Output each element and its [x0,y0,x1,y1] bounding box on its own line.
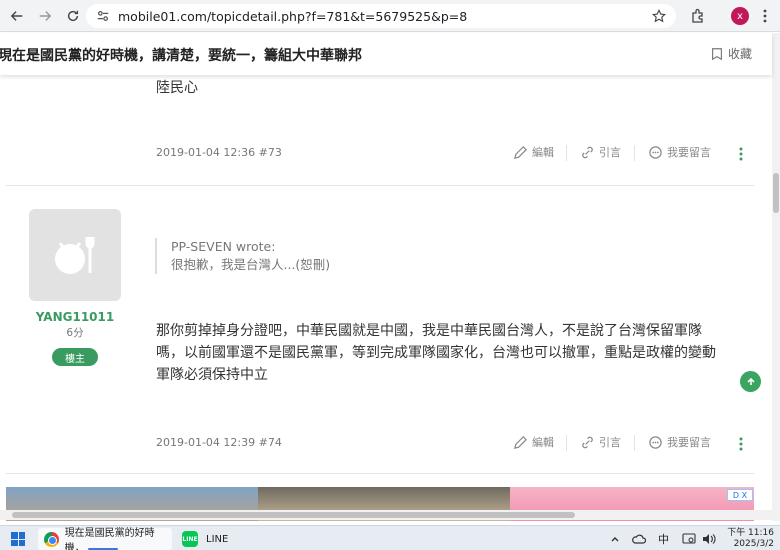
divider [634,435,635,451]
post74-body-line: 嗎，以前國軍還不是國民黨軍，等到完成軍隊國家化，台灣也可以撤軍，重點是政權的變動 [156,345,716,361]
quote-block: PP-SEVEN wrote: 很抱歉，我是台灣人...(恕刪) [155,238,330,274]
taskbar-line-window[interactable]: LINE LINE [182,528,228,550]
pencil-icon [514,435,527,449]
post73-reply-button[interactable]: 我要留言 [648,144,711,160]
ime-indicator[interactable]: 中 [658,531,669,547]
post74-body-line: 軍隊必須保持中立 [156,367,268,383]
comment-icon [649,435,662,449]
link-icon [582,146,593,158]
post74-more-icon[interactable] [739,437,743,451]
post74-quote-label: 引言 [599,436,621,449]
post73-edit-button[interactable]: 編輯 [513,144,554,160]
status-badge: 樓主 [52,348,98,366]
windows-start-icon[interactable] [11,532,25,546]
extensions-icon[interactable] [690,8,706,24]
post-list: 陸民心 2019-01-04 12:36 #73 編輯 引言 我要留言 YANG… [0,75,772,521]
profile-avatar[interactable]: x [731,7,749,25]
post74-body-line: 那你剪掉掉身分證吧，中華民國就是中國，我是中華民國台灣人，不是說了台灣保留軍隊 [156,323,702,339]
arrow-right-icon [39,10,52,21]
scroll-top-button[interactable] [740,371,761,392]
bookmark-icon [712,47,722,60]
browser-toolbar: mobile01.com/topicdetail.php?f=781&t=567… [0,0,780,32]
post74-reply-button[interactable]: 我要留言 [648,434,711,450]
avatar[interactable] [29,209,121,301]
taskbar-chrome-label: 現在是國民黨的好時機， [64,528,155,550]
post73-body-tail: 陸民心 [156,80,198,96]
vertical-scroll-thumb[interactable] [773,173,779,213]
post73-edit-label: 編輯 [532,146,554,159]
post-divider [6,185,754,186]
system-clock[interactable]: 下午 11:16 2025/3/2 [724,528,774,550]
bookmark-star-icon[interactable] [652,9,666,23]
horizontal-scrollbar[interactable] [0,510,772,520]
line-app-icon: LINE [182,531,198,547]
address-bar[interactable]: mobile01.com/topicdetail.php?f=781&t=567… [86,4,676,28]
page-title: 現在是國民黨的好時機，講清楚，要統一，籌組大中華聯邦 [0,48,362,64]
default-avatar-icon [55,237,95,274]
forward-button[interactable] [34,5,56,27]
quote-author: PP-SEVEN wrote: [171,239,276,254]
username[interactable]: YANG11011 [0,310,150,324]
taskbar-line-label: LINE [206,533,229,545]
divider [634,145,635,161]
site-settings-icon[interactable] [96,9,110,23]
post73-quote-button[interactable]: 引言 [580,144,621,160]
divider [566,145,567,161]
browser-menu-icon[interactable] [763,8,767,24]
horizontal-scroll-thumb[interactable] [12,512,575,518]
back-button[interactable] [6,5,28,27]
user-score: 6分 [66,327,84,339]
ad-choices-badge[interactable]: D X [727,489,753,501]
keyboard-icon[interactable] [682,533,696,545]
post74-body: 那你剪掉掉身分證吧，中華民國就是中國，我是中華民國台灣人，不是說了台灣保留軍隊 … [156,320,756,386]
taskbar-chrome-window[interactable]: 現在是國民黨的好時機， [38,528,172,550]
post-divider [6,473,754,474]
post74-quote-button[interactable]: 引言 [580,434,621,450]
post73-reply-label: 我要留言 [667,146,711,159]
reload-button[interactable] [62,5,84,27]
link-icon [582,436,593,448]
post74-meta: 2019-01-04 12:39 #74 [156,436,282,449]
post74-edit-label: 編輯 [532,436,554,449]
arrow-left-icon [10,10,23,21]
pencil-icon [514,145,527,159]
favorite-label: 收藏 [727,47,752,61]
url-text: mobile01.com/topicdetail.php?f=781&t=567… [118,8,468,24]
post74-reply-label: 我要留言 [667,436,711,449]
os-taskbar: 現在是國民黨的好時機， LINE LINE 中 下午 11:16 2025/3/… [0,525,780,550]
comment-icon [649,145,662,159]
topic-header: 現在是國民黨的好時機，講清楚，要統一，籌組大中華聯邦 收藏 [0,33,772,75]
clock-date: 2025/3/2 [733,539,774,549]
chevron-up-icon [746,377,755,385]
speaker-icon[interactable] [702,533,716,545]
post73-more-icon[interactable] [739,147,743,161]
post73-meta: 2019-01-04 12:36 #73 [156,146,282,159]
favorite-button[interactable]: 收藏 [710,45,752,62]
quote-text: 很抱歉，我是台灣人...(恕刪) [171,257,331,272]
post73-quote-label: 引言 [599,146,621,159]
reload-icon [67,10,79,21]
chevron-up-icon[interactable] [610,534,620,544]
divider [566,435,567,451]
clock-time: 下午 11:16 [727,528,774,538]
chrome-icon [44,531,59,547]
cloud-icon[interactable] [632,534,646,544]
post74-edit-button[interactable]: 編輯 [513,434,554,450]
vertical-scrollbar[interactable] [772,33,780,521]
